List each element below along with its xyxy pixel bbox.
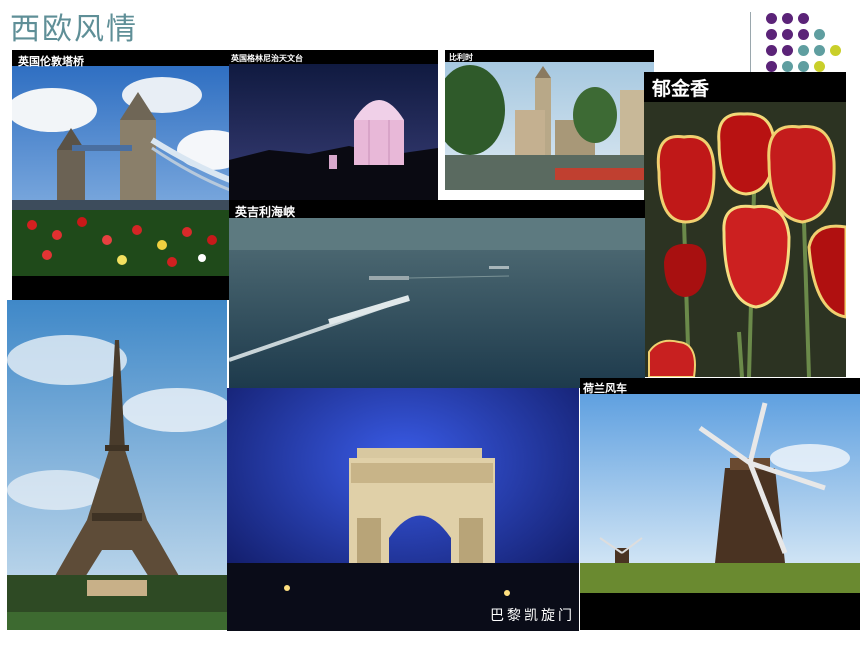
photo-eiffel — [7, 300, 227, 630]
tower-bridge-image — [12, 66, 230, 300]
caption-windmill: 荷兰风车 — [583, 382, 627, 395]
title-divider-line — [750, 12, 751, 80]
decorative-dot-grid — [766, 13, 846, 77]
photo-tower-bridge: 英国伦敦塔桥 — [12, 50, 230, 300]
photo-arc: 巴黎凯旋门 — [227, 388, 579, 631]
slide-title: 西欧风情 — [10, 12, 138, 47]
caption-belgium: 比利时 — [449, 53, 473, 62]
eiffel-image — [7, 300, 227, 630]
photo-tulip: 郁金香 — [644, 72, 846, 377]
caption-tower-bridge: 英国伦敦塔桥 — [18, 55, 84, 68]
caption-tulip: 郁金香 — [652, 78, 710, 100]
caption-arc: 巴黎凯旋门 — [490, 608, 575, 624]
belgium-image — [445, 62, 654, 190]
caption-greenwich: 英国格林尼治天文台 — [231, 54, 303, 63]
windmill-image — [580, 394, 860, 630]
photo-belgium: 比利时 — [445, 50, 654, 190]
arc-image — [227, 388, 579, 631]
tulip-image — [644, 102, 846, 377]
photo-strait: 英吉利海峡 — [229, 200, 645, 388]
photo-windmill: 荷兰风车 — [580, 378, 860, 630]
photo-greenwich: 英国格林尼治天文台 — [229, 50, 438, 200]
strait-image — [229, 218, 645, 388]
caption-strait: 英吉利海峡 — [235, 205, 296, 219]
greenwich-image — [229, 64, 438, 200]
